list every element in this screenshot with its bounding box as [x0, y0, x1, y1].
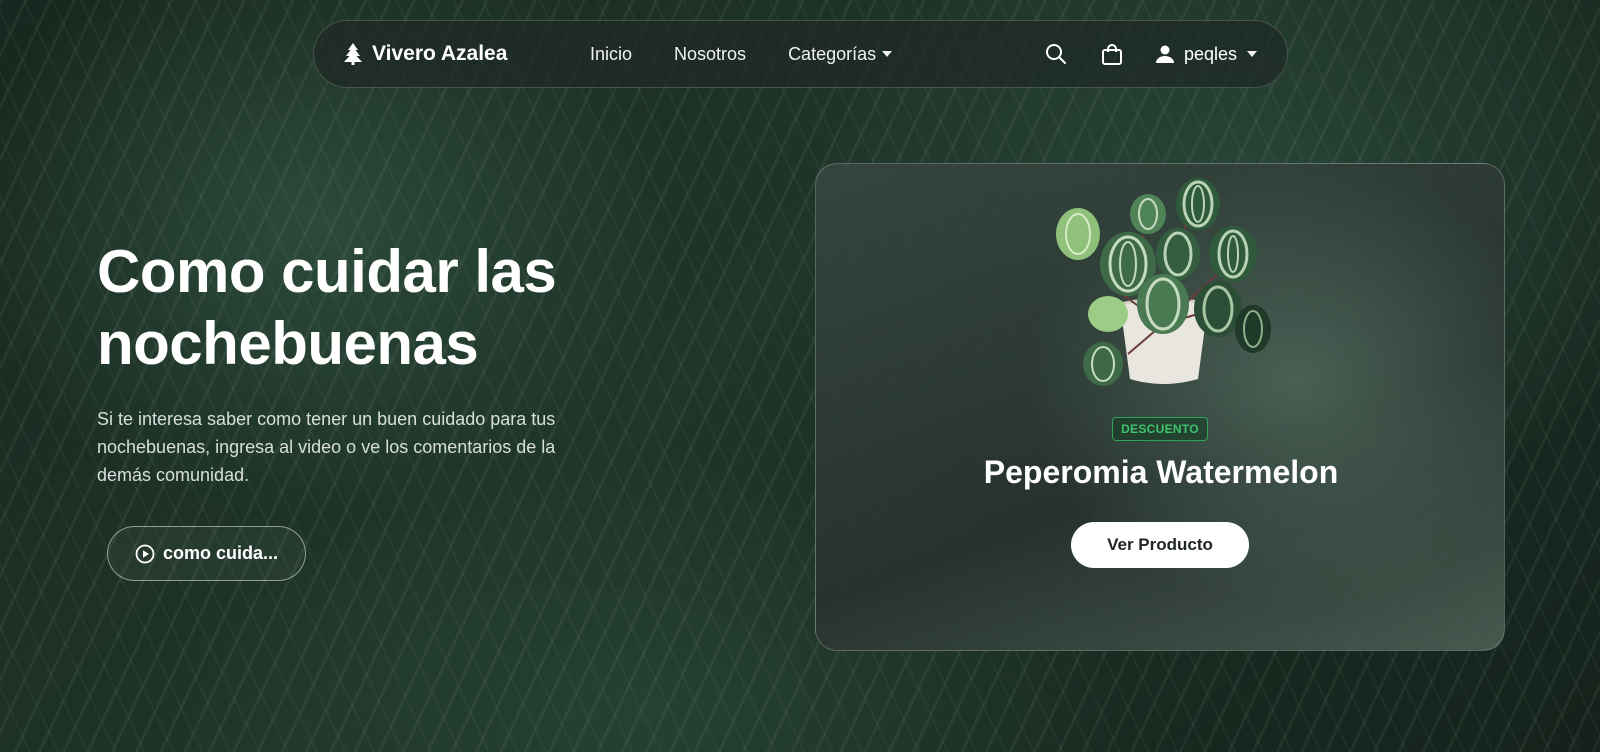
- nav-link-categorias-label: Categorías: [788, 43, 877, 64]
- brand-name: Vivero Azalea: [372, 42, 508, 65]
- hero-title: Como cuidar las nochebuenas: [97, 238, 557, 377]
- cart-button[interactable]: [1100, 42, 1124, 66]
- watch-video-button[interactable]: como cuida...: [107, 526, 306, 581]
- nav-link-inicio[interactable]: Inicio: [590, 44, 632, 65]
- view-product-button[interactable]: Ver Producto: [1071, 522, 1249, 568]
- potted-plant-image: [1056, 178, 1271, 386]
- search-button[interactable]: [1044, 42, 1068, 66]
- user-name: peqles: [1183, 43, 1237, 64]
- product-name: Peperomia Watermelon: [983, 454, 1339, 490]
- user-icon: [1155, 45, 1174, 63]
- brand[interactable]: Vivero Azalea: [344, 42, 590, 66]
- nav-links: Inicio Nosotros Categorías: [590, 43, 893, 65]
- nav-link-nosotros[interactable]: Nosotros: [674, 44, 746, 65]
- watch-video-label: como cuida...: [162, 543, 279, 563]
- chevron-down-icon: [1247, 51, 1257, 57]
- shopping-bag-icon: [1101, 44, 1122, 65]
- play-circle-icon: [135, 544, 155, 563]
- discount-badge: DESCUENTO: [1112, 417, 1208, 441]
- navbar: Vivero Azalea Inicio Nosotros Categorías: [313, 20, 1288, 88]
- product-card: DESCUENTO Peperomia Watermelon Ver Produ…: [815, 163, 1505, 651]
- search-icon: [1045, 44, 1066, 64]
- tree-icon: [344, 43, 362, 65]
- nav-link-categorias[interactable]: Categorías: [788, 43, 893, 65]
- chevron-down-icon: [882, 51, 893, 57]
- user-menu[interactable]: peqles: [1155, 43, 1257, 65]
- nav-actions: peqles: [1044, 42, 1257, 66]
- hero-description: Si te interesa saber como tener un buen …: [97, 409, 556, 485]
